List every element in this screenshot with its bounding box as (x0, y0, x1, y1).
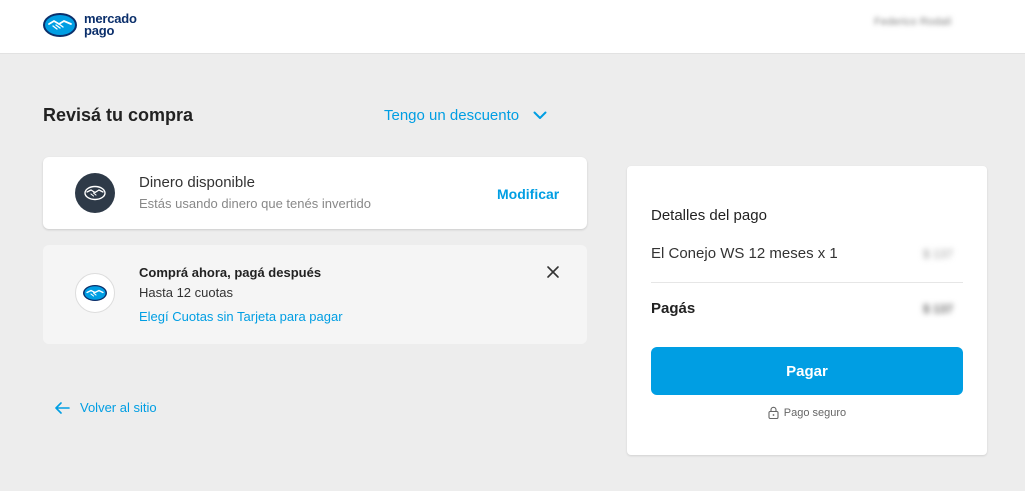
promo-subtitle: Hasta 12 cuotas (139, 285, 233, 300)
summary-item-label: El Conejo WS 12 meses x 1 (651, 245, 838, 262)
secure-label: Pago seguro (783, 406, 847, 419)
logo-wordmark: mercado pago (84, 12, 137, 38)
back-to-site-link[interactable]: Volver al sitio (55, 400, 157, 415)
chevron-down-icon (533, 111, 547, 119)
promo-card: Comprá ahora, pagá después Hasta 12 cuot… (43, 245, 587, 344)
payment-summary: Detalles del pago El Conejo WS 12 meses … (627, 166, 987, 455)
handshake-icon (75, 173, 115, 213)
header: mercado pago Federico Rodalí (0, 0, 1025, 54)
summary-total-label: Pagás (651, 300, 696, 317)
arrow-left-icon (55, 401, 70, 414)
user-name[interactable]: Federico Rodalí (874, 16, 952, 28)
balance-title: Dinero disponible (139, 174, 255, 191)
back-label: Volver al sitio (80, 400, 157, 415)
secure-payment-note: Pago seguro (627, 406, 987, 419)
balance-card: Dinero disponible Estás usando dinero qu… (43, 157, 587, 229)
mercado-pago-icon (75, 273, 115, 313)
mercado-pago-logo[interactable]: mercado pago (42, 12, 137, 38)
installments-link[interactable]: Elegí Cuotas sin Tarjeta para pagar (139, 309, 343, 324)
promo-title: Comprá ahora, pagá después (139, 265, 322, 280)
pay-button[interactable]: Pagar (651, 347, 963, 395)
modify-button[interactable]: Modificar (497, 186, 559, 202)
discount-toggle[interactable]: Tengo un descuento (384, 107, 547, 124)
summary-total-price: $ 137 (923, 302, 954, 316)
lock-icon (768, 406, 779, 419)
discount-label: Tengo un descuento (384, 107, 520, 124)
summary-title: Detalles del pago (651, 207, 767, 224)
balance-subtitle: Estás usando dinero que tenés invertido (139, 196, 371, 211)
close-icon[interactable] (546, 265, 560, 279)
handshake-logo-icon (43, 13, 77, 37)
summary-divider (651, 282, 963, 283)
logo-line-2: pago (84, 23, 115, 38)
summary-item-price: $ 137 (923, 247, 954, 261)
page-title: Revisá tu compra (43, 105, 194, 125)
